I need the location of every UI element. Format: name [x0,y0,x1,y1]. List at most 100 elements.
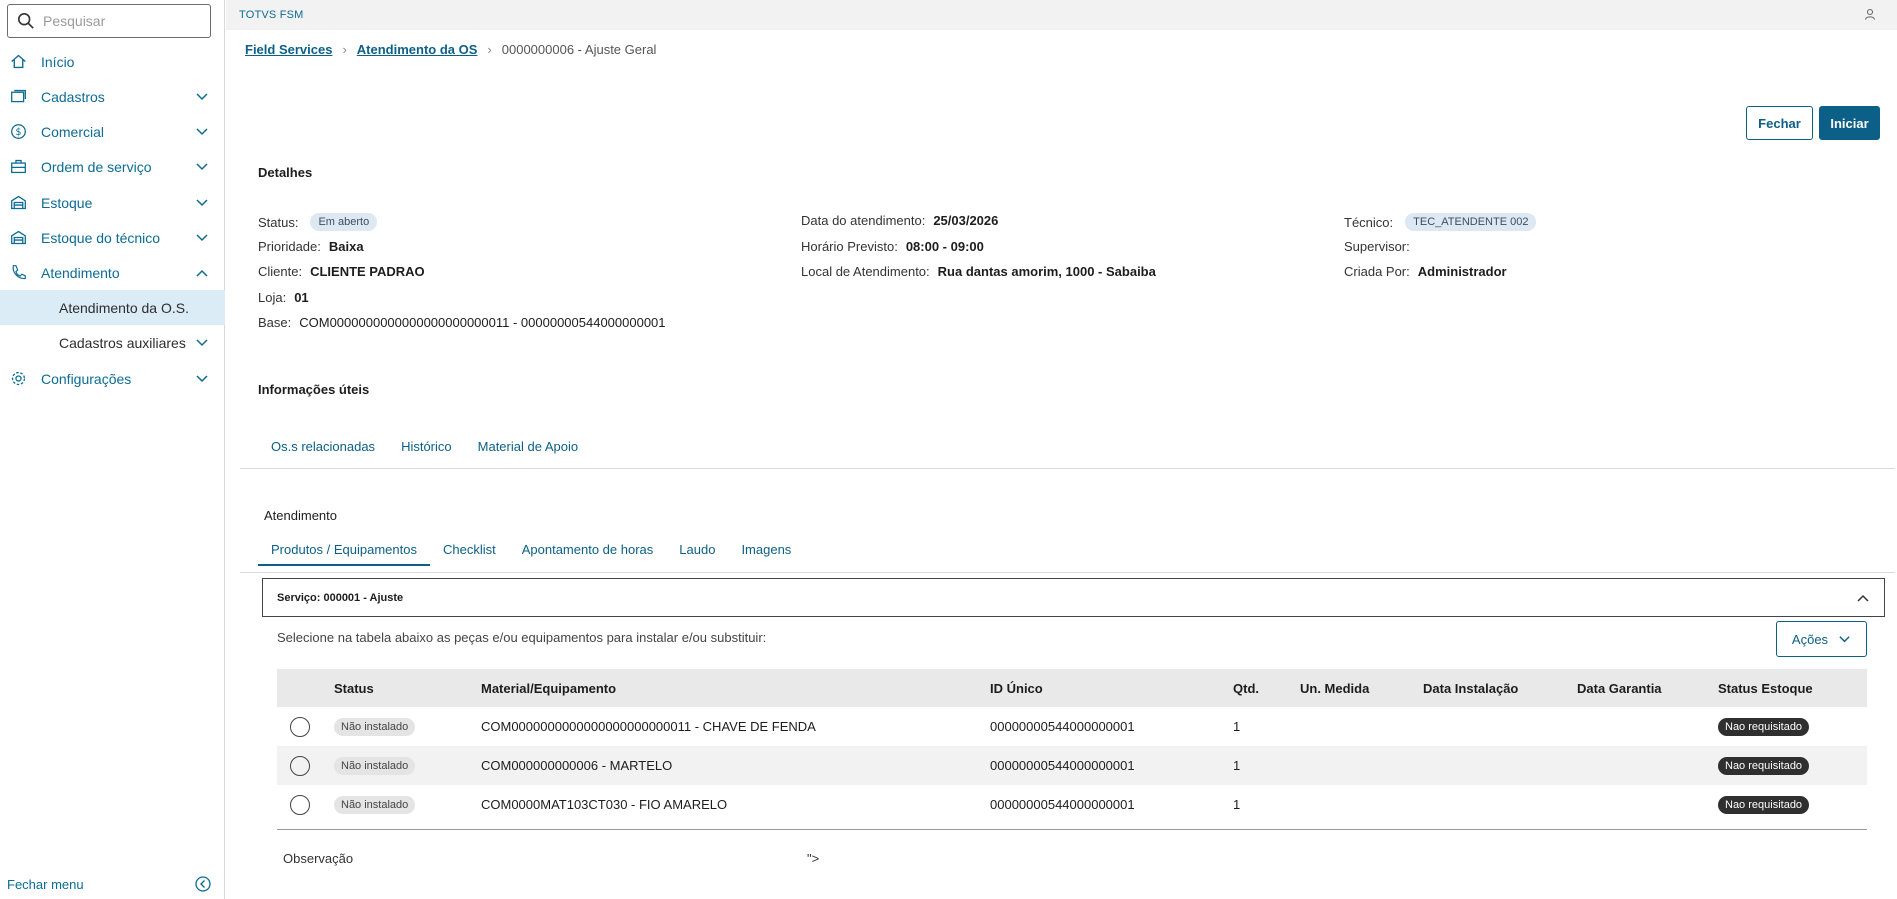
actions-dropdown[interactable]: Ações [1776,621,1867,657]
tab-related-os[interactable]: Os.s relacionadas [258,430,388,462]
sidebar-item-ordem-servico[interactable]: Ordem de serviço [0,149,225,184]
actions-label: Ações [1791,631,1829,647]
install-date-cell [1423,785,1577,824]
chevron-down-icon[interactable] [195,231,209,245]
close-menu-button[interactable]: Fechar menu [0,869,225,899]
chevron-up-icon[interactable] [1856,591,1870,605]
field-created-by: Criada Por: Administrador [1344,264,1507,279]
time-value: 08:00 - 09:00 [905,239,984,254]
status-badge: Não instalado [334,795,416,814]
chevron-down-icon[interactable] [195,196,209,210]
field-priority: Prioridade: Baixa [258,239,364,254]
close-button[interactable]: Fechar [1746,106,1813,140]
material-cell: COM0000MAT103CT030 - FIO AMARELO [481,797,728,812]
qty-cell: 1 [1233,797,1241,812]
unit-cell [1300,785,1423,824]
col-select [277,669,334,707]
install-date-cell [1423,746,1577,785]
sidebar-item-atendimento[interactable]: Atendimento [0,255,225,290]
sidebar-item-atendimento-os[interactable]: Atendimento da O.S. [0,290,225,325]
tab-hours[interactable]: Apontamento de horas [509,533,667,565]
table-row[interactable]: Não instalado COM0000MAT103CT030 - FIO A… [277,785,1867,824]
store-label: Loja: [258,290,287,305]
col-stock-status[interactable]: Status Estoque [1718,669,1867,707]
col-id[interactable]: ID Único [990,669,1233,707]
col-install-date[interactable]: Data Instalação [1423,669,1577,707]
col-warranty-date[interactable]: Data Garantia [1577,669,1718,707]
unit-cell [1300,746,1423,785]
sidebar-item-label: Atendimento [41,264,120,281]
sidebar-item-label: Início [41,53,75,70]
table-row[interactable]: Não instalado COM000000000006 - MARTELO … [277,746,1867,785]
gear-icon [9,370,27,388]
breadcrumb-atendimento-os[interactable]: Atendimento da OS [357,42,478,57]
field-store: Loja: 01 [258,290,309,305]
stock-status-badge: Nao requisitado [1718,717,1810,736]
sidebar-item-cadastros-auxiliares[interactable]: Cadastros auxiliares [0,325,225,360]
sidebar-item-cadastros[interactable]: Cadastros [0,79,225,114]
chevron-down-icon[interactable] [195,90,209,104]
sidebar-item-estoque-tecnico[interactable]: Estoque do técnico [0,220,225,255]
tab-checklist[interactable]: Checklist [430,533,509,565]
tab-report[interactable]: Laudo [666,533,728,565]
col-unit[interactable]: Un. Medida [1300,669,1423,707]
row-radio[interactable] [290,755,310,776]
col-material[interactable]: Material/Equipamento [481,669,990,707]
id-cell: 00000000544000000001 [990,797,1135,812]
tech-badge: TEC_ATENDENTE 002 [1405,213,1537,231]
status-label: Status: [258,214,299,230]
start-button[interactable]: Iniciar [1819,106,1880,140]
status-badge: Não instalado [334,717,416,736]
date-label: Data do atendimento: [801,213,926,228]
id-cell: 00000000544000000001 [990,758,1135,773]
priority-value: Baixa [328,239,364,254]
client-value: CLIENTE PADRAO [310,264,425,279]
warehouse-icon [9,194,27,212]
base-value: COM0000000000000000000000011 - 000000005… [299,315,666,330]
breadcrumb-field-services[interactable]: Field Services [245,42,332,57]
tab-images[interactable]: Imagens [728,533,804,565]
table-row[interactable]: Não instalado COM00000000000000000000000… [277,707,1867,746]
date-value: 25/03/2026 [933,213,999,228]
attendance-tabs: Produtos / Equipamentos Checklist Aponta… [258,533,804,566]
sidebar-item-label: Cadastros auxiliares [59,334,186,351]
collapse-icon[interactable] [195,876,211,892]
sidebar-item-estoque[interactable]: Estoque [0,185,225,220]
info-tabs: Os.s relacionadas Histórico Material de … [258,430,591,462]
tab-support-material[interactable]: Material de Apoio [465,430,591,462]
sidebar-item-inicio[interactable]: Início [0,44,225,79]
row-radio[interactable] [290,794,310,815]
status-badge: Não instalado [334,756,416,775]
dollar-icon: $ [9,123,27,141]
user-icon[interactable] [1863,7,1877,21]
sidebar-item-configuracoes[interactable]: Configurações [0,361,225,396]
warranty-date-cell [1577,746,1718,785]
close-menu-label: Fechar menu [7,876,84,892]
service-title: Serviço: 000001 - Ajuste [277,591,404,604]
row-radio[interactable] [290,716,310,737]
chevron-up-icon[interactable] [195,266,209,280]
top-bar: TOTVS FSM [226,0,1897,30]
card-icon [9,88,27,106]
tech-label: Técnico: [1344,214,1394,230]
sidebar-item-label: Configurações [41,370,132,387]
tab-products[interactable]: Produtos / Equipamentos [258,533,430,566]
col-status[interactable]: Status [334,669,481,707]
chevron-down-icon[interactable] [195,160,209,174]
tab-history[interactable]: Histórico [388,430,465,462]
material-cell: COM000000000006 - MARTELO [481,758,673,773]
breadcrumb: Field Services › Atendimento da OS › 000… [245,42,656,57]
col-qty[interactable]: Qtd. [1233,669,1300,707]
status-badge: Em aberto [310,213,378,231]
search-input[interactable] [43,13,203,29]
search-box[interactable] [7,4,211,38]
service-panel-header[interactable]: Serviço: 000001 - Ajuste [262,578,1885,617]
chevron-down-icon[interactable] [195,125,209,139]
chevron-down-icon[interactable] [195,372,209,386]
chevron-down-icon[interactable] [195,336,209,350]
observation-label: Observação [283,851,354,866]
sidebar-item-label: Comercial [41,123,105,140]
search-icon [17,12,34,29]
sidebar-item-label: Atendimento da O.S. [59,299,189,316]
sidebar-item-comercial[interactable]: $ Comercial [0,114,225,149]
